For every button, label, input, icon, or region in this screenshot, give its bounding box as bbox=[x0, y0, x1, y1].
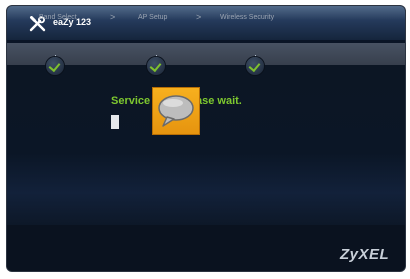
setup-window: eaZy 123 Band Select > AP Setup > Wirele… bbox=[7, 6, 405, 271]
step-wireless-security: Wireless Security bbox=[220, 14, 275, 21]
step-separator: > bbox=[110, 12, 116, 22]
progress-indicator bbox=[111, 115, 119, 129]
step-ap-setup: AP Setup bbox=[138, 14, 168, 21]
brand-logo: ZyXEL bbox=[340, 246, 390, 263]
check-icon bbox=[147, 57, 165, 75]
step-separator: > bbox=[196, 12, 202, 22]
step-band-select: Band Select bbox=[39, 14, 77, 21]
check-icon bbox=[246, 57, 264, 75]
content-area bbox=[7, 65, 405, 225]
step-bar bbox=[7, 43, 405, 65]
chat-bubble-icon bbox=[152, 87, 200, 135]
check-icon bbox=[46, 57, 64, 75]
